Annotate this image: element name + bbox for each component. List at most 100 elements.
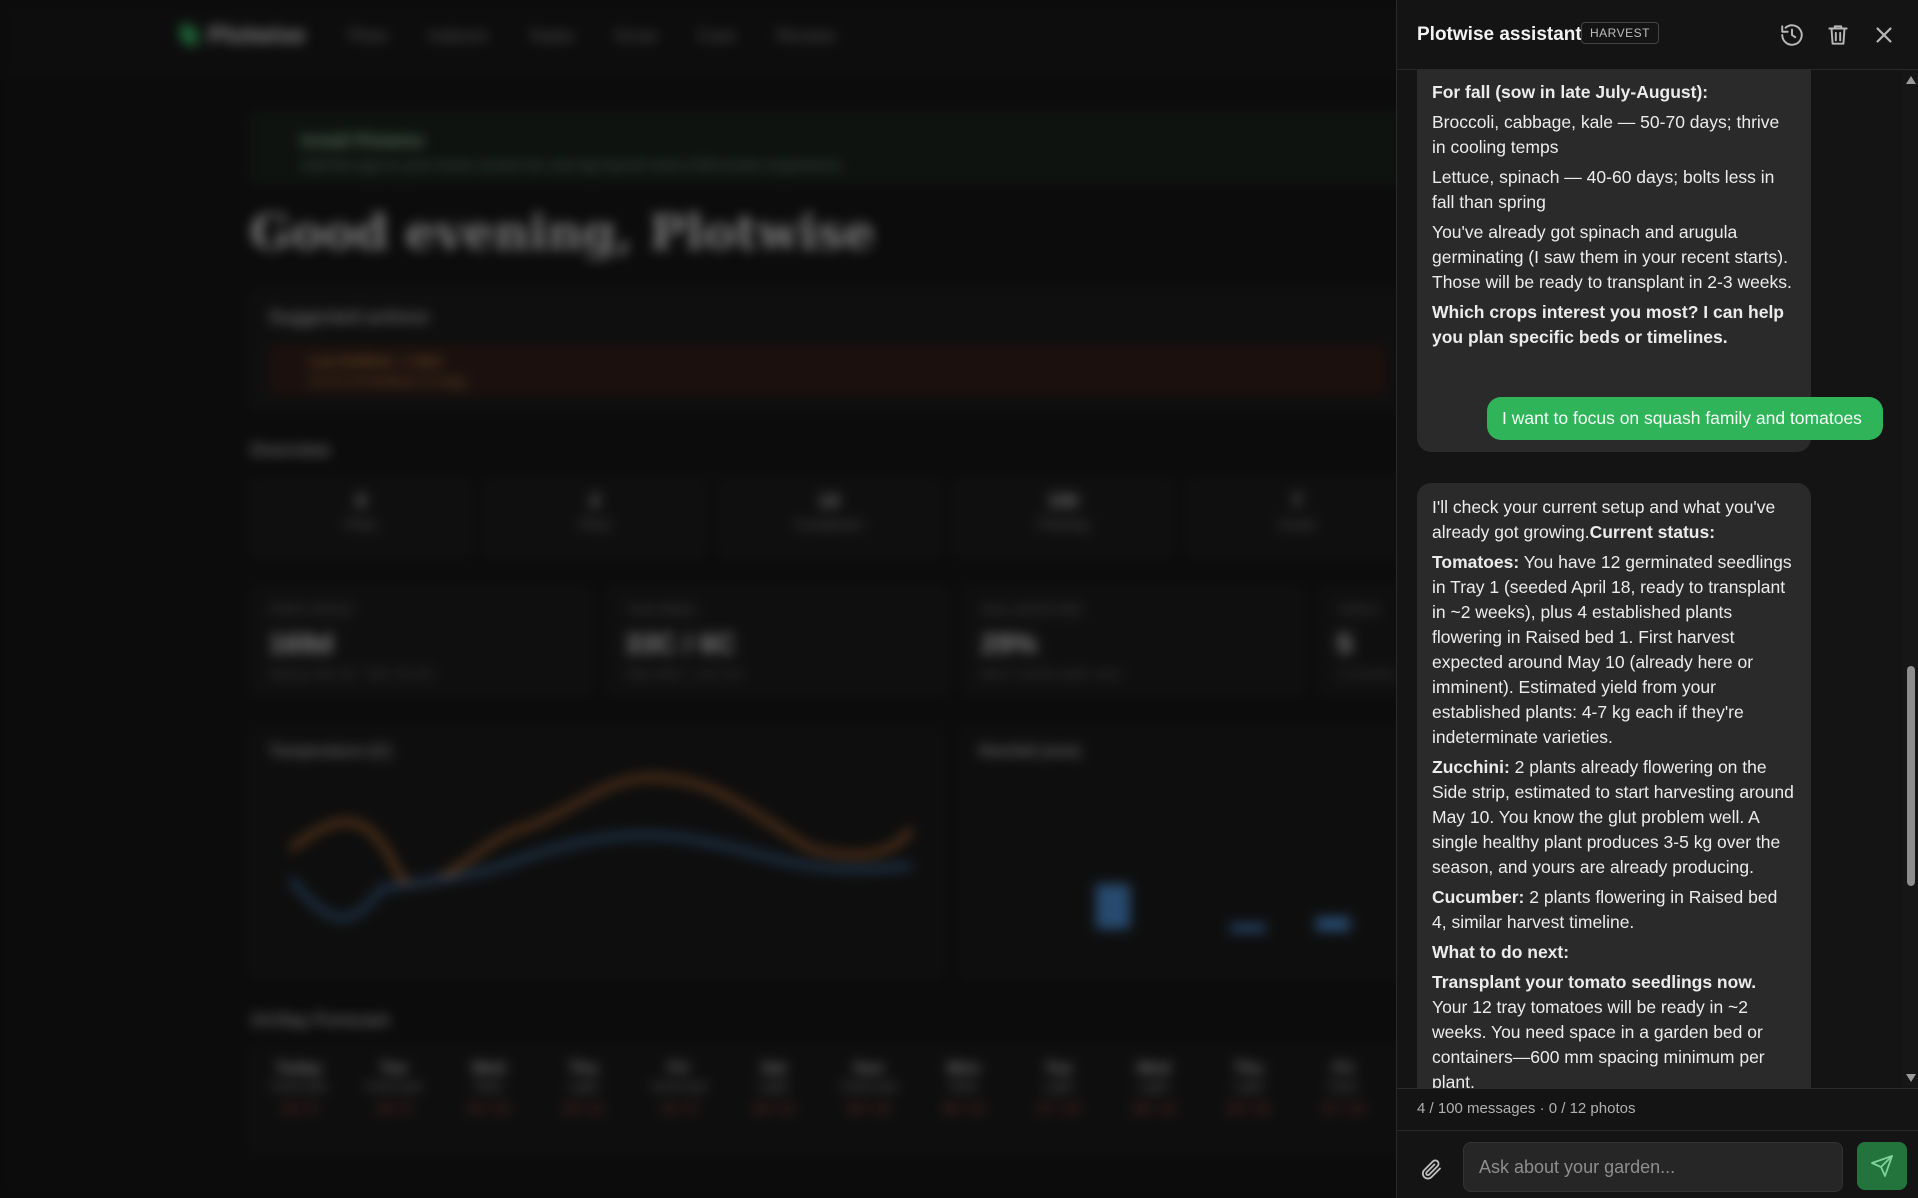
brand-logo[interactable]: Plotwise bbox=[180, 22, 305, 50]
rain-bar bbox=[1316, 917, 1350, 931]
metric-label: THIS WEEK bbox=[625, 602, 697, 617]
nav-grow[interactable]: Grow bbox=[614, 26, 657, 47]
stat-card: 7 Areas bbox=[1186, 478, 1408, 558]
forecast-day-name: Today bbox=[275, 1060, 322, 1077]
message-scrollbar[interactable] bbox=[1903, 70, 1918, 1088]
forecast-day: Today Overcast 19 / 9 bbox=[251, 1046, 346, 1151]
forecast-condition: Light bbox=[758, 1078, 789, 1094]
close-icon[interactable] bbox=[1871, 22, 1897, 48]
nav-plots[interactable]: Plots bbox=[348, 26, 388, 47]
forecast-condition: Light bbox=[1043, 1078, 1074, 1094]
metric-value: 169d bbox=[269, 628, 333, 659]
forecast-day: Tue Overcast 19 / 9 bbox=[346, 1046, 441, 1151]
forecast-day: Sun Overcast 25 / 13 bbox=[821, 1046, 916, 1151]
temperature-chart: Temperature (C) bbox=[250, 728, 942, 980]
history-icon[interactable] bbox=[1779, 22, 1805, 48]
stat-value: 2 bbox=[589, 491, 600, 511]
assistant-header: Plotwise assistant HARVEST bbox=[1397, 0, 1918, 70]
nav-care[interactable]: Care bbox=[697, 26, 736, 47]
forecast-strip: Today Overcast 19 / 9 Tue Overcast 19 / 9 We… bbox=[250, 1045, 1552, 1152]
forecast-day: Fri Rain 27 / 14 bbox=[1296, 1046, 1391, 1151]
assistant-panel: Plotwise assistant HARVEST For fall (sow… bbox=[1396, 0, 1918, 1198]
scroll-up-arrow-icon[interactable] bbox=[1906, 76, 1916, 84]
rain-bar bbox=[1096, 884, 1130, 929]
scroll-thumb[interactable] bbox=[1907, 666, 1915, 886]
forecast-day-name: Thu bbox=[1233, 1060, 1264, 1077]
chart-title: Temperature (C) bbox=[269, 743, 392, 760]
cucumber-label: Cucumber: bbox=[1432, 887, 1525, 907]
greeting: Good evening, Plotwise bbox=[250, 205, 875, 261]
metric-sub: High Wed · Low Tue bbox=[625, 666, 743, 681]
metric-card: SOIL MOISTURE 29% Bed 4 needs water soon bbox=[962, 585, 1304, 697]
send-icon bbox=[1871, 1155, 1893, 1177]
forecast-temp: 19 / 9 bbox=[375, 1100, 412, 1116]
message-line: Lettuce, spinach — 40-60 days; bolts les… bbox=[1432, 167, 1775, 212]
overview-stats: 0 Plots 2 Plots 14 Containers 150 Planting 7… bbox=[250, 478, 1408, 558]
metric-sub: Spring: Mar 30 · Fall: Oct 25 bbox=[269, 666, 433, 681]
metric-sub: Bed 4 needs water soon bbox=[981, 666, 1122, 681]
forecast-day: Thu Light 29 / 15 bbox=[1201, 1046, 1296, 1151]
forecast-condition: Light bbox=[1138, 1078, 1169, 1094]
suggested-actions: Suggested actions Low fertilizer: 1 item… bbox=[250, 290, 1402, 412]
message-heading: What to do next: bbox=[1432, 942, 1570, 962]
suggested-title: Suggested actions bbox=[269, 307, 430, 327]
forecast-day-name: Fri bbox=[668, 1060, 689, 1077]
forecast-day-name: Fri bbox=[1333, 1060, 1354, 1077]
assistant-message: I'll check your current setup and what y… bbox=[1417, 483, 1811, 1088]
forecast-day-name: Sun bbox=[853, 1060, 884, 1077]
stat-value: 7 bbox=[1291, 491, 1302, 511]
nav-tasks[interactable]: Tasks bbox=[528, 26, 574, 47]
forecast-day-name: Tue bbox=[1044, 1060, 1073, 1077]
forecast-condition: Rain bbox=[949, 1078, 978, 1094]
forecast-condition: Overcast bbox=[840, 1078, 897, 1094]
warning-subtitle: 10-10-10 fertilizer (1 bag) bbox=[309, 373, 467, 389]
nav-indoors[interactable]: Indoors bbox=[428, 26, 488, 47]
stat-card: 14 Containers bbox=[718, 478, 940, 558]
leaf-icon bbox=[180, 24, 198, 46]
user-message: I want to focus on squash family and tom… bbox=[1487, 397, 1883, 440]
mode-badge: HARVEST bbox=[1581, 22, 1659, 44]
forecast-temp: 19 / 9 bbox=[280, 1100, 317, 1116]
forecast-day-name: Wed bbox=[1136, 1060, 1171, 1077]
metric-label: TASKS bbox=[1337, 602, 1379, 617]
paperclip-icon[interactable] bbox=[1419, 1157, 1443, 1181]
message-list[interactable]: For fall (sow in late July-August): Broc… bbox=[1397, 70, 1918, 1088]
metric-sub: 3 overdue bbox=[1337, 666, 1395, 681]
nav-review[interactable]: Review bbox=[776, 26, 835, 47]
zucchini-label: Zucchini: bbox=[1432, 757, 1510, 777]
forecast-day-name: Thu bbox=[568, 1060, 599, 1077]
brand-name: Plotwise bbox=[208, 22, 306, 49]
chat-input[interactable] bbox=[1463, 1142, 1843, 1192]
metric-label: FIRST FROST bbox=[269, 602, 354, 617]
stat-value: 14 bbox=[818, 491, 840, 511]
stat-label: Plots bbox=[579, 516, 611, 532]
stat-card: 2 Plots bbox=[484, 478, 706, 558]
metric-value: 33C / 6C bbox=[625, 628, 736, 659]
stat-label: Containers bbox=[795, 516, 863, 532]
transplant-label: Transplant your tomato seedlings now. bbox=[1432, 972, 1757, 992]
forecast-day: Fri Overcast 21 / 9 bbox=[631, 1046, 726, 1151]
install-subtitle: Add the app to your home screen for one-… bbox=[301, 157, 845, 174]
forecast-temp: 24 / 12 bbox=[752, 1100, 795, 1116]
trash-icon[interactable] bbox=[1825, 22, 1851, 48]
rain-bar bbox=[1231, 924, 1265, 932]
message-line: Broccoli, cabbage, kale — 50-70 days; th… bbox=[1432, 112, 1780, 157]
stat-value: 0 bbox=[355, 491, 366, 511]
message-composer bbox=[1397, 1130, 1918, 1198]
message-question: Which crops interest you most? I can hel… bbox=[1432, 302, 1784, 347]
send-button[interactable] bbox=[1857, 1142, 1907, 1190]
scroll-down-arrow-icon[interactable] bbox=[1906, 1074, 1916, 1082]
forecast-condition: Light bbox=[568, 1078, 599, 1094]
install-title: Install Plotwise bbox=[301, 131, 424, 150]
forecast-day: Mon Rain 26 / 12 bbox=[916, 1046, 1011, 1151]
forecast-condition: Overcast bbox=[270, 1078, 327, 1094]
stat-card: 0 Plots bbox=[250, 478, 472, 558]
forecast-day: Thu Light 23 / 11 bbox=[536, 1046, 631, 1151]
stat-label: Planting bbox=[1037, 516, 1089, 532]
forecast-temp: 21 / 9 bbox=[660, 1100, 697, 1116]
warning-item[interactable]: Low fertilizer: 1 item 10-10-10 fertiliz… bbox=[267, 345, 1387, 395]
temperature-lines bbox=[289, 775, 914, 921]
metric-value: 5 bbox=[1337, 628, 1353, 659]
forecast-temp: 25 / 13 bbox=[847, 1100, 890, 1116]
stat-label: Plots bbox=[345, 516, 377, 532]
